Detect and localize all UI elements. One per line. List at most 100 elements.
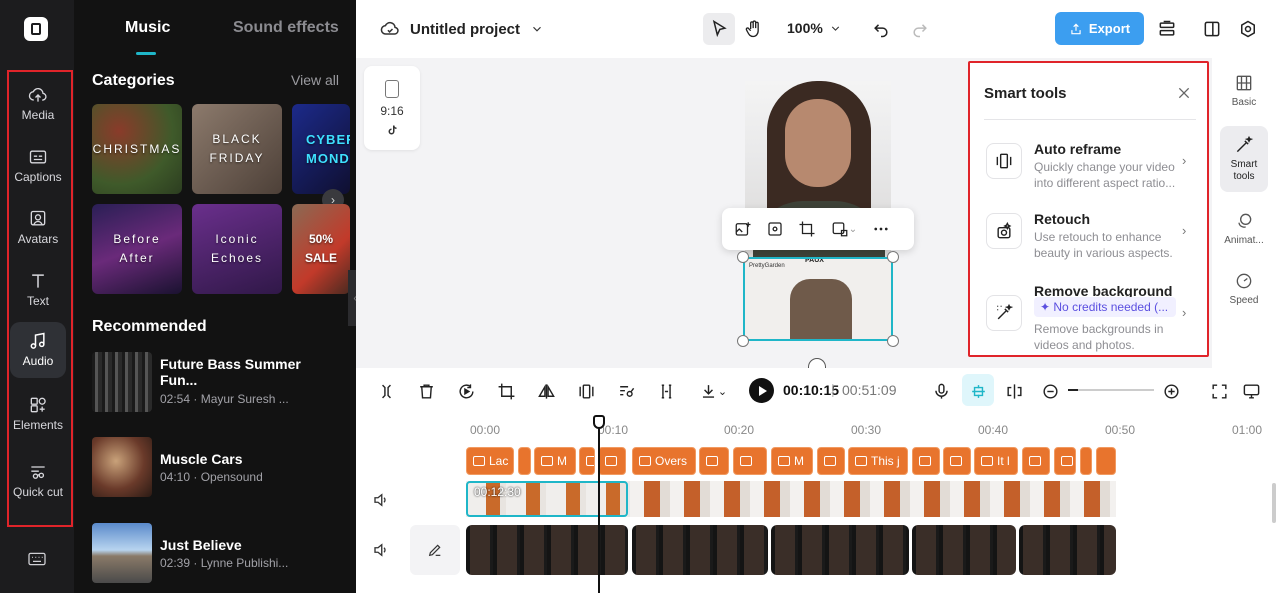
rail-item-media[interactable]: Media [10,76,66,132]
app-logo[interactable] [24,17,48,41]
replace-button[interactable] [455,380,477,402]
caption-clip[interactable] [598,447,626,475]
background-removal-dropdown[interactable]: ⌄ [826,216,862,242]
caption-clip[interactable] [733,447,767,475]
caption-clip[interactable] [1054,447,1076,475]
hand-tool[interactable] [742,17,766,41]
close-icon[interactable] [1176,85,1192,101]
category-card[interactable]: CHRISTMAS [92,104,182,194]
track-item[interactable]: Future Bass Summer Fun... 02:54 · Mayur … [92,352,342,414]
caption-clip[interactable]: M [534,447,576,475]
category-card[interactable]: Iconic Echoes [192,204,282,294]
download-dropdown[interactable]: ⌄ [695,380,731,402]
playhead[interactable] [593,415,605,593]
right-rail-animation[interactable]: Animat... [1220,198,1268,260]
reframe-icon [578,383,594,399]
remove-bg-button[interactable] [615,380,637,402]
crop-button[interactable] [495,380,517,402]
chevron-right-icon: › [1182,305,1187,320]
rail-item-captions[interactable]: Captions [10,138,66,194]
focus-icon [768,222,782,236]
video-clip[interactable] [912,525,1016,575]
replace-image-button[interactable] [730,216,756,242]
caption-clip[interactable] [943,447,971,475]
rail-item-quick-cut[interactable]: Quick cut [10,448,66,514]
settings-button[interactable] [1236,17,1260,41]
fit-button[interactable] [1208,380,1230,402]
right-rail-smart-tools[interactable]: Smart tools [1220,126,1268,192]
resize-handle[interactable] [887,251,899,263]
caption-clip[interactable] [817,447,845,475]
speaker-icon[interactable] [372,491,390,509]
export-button[interactable]: Export [1055,12,1144,45]
more-options-button[interactable] [868,216,894,242]
rail-item-text[interactable]: Text [10,262,66,318]
flip-button[interactable] [535,380,557,402]
split-screen-button[interactable] [1003,380,1025,402]
selected-video-element[interactable]: PrettyGarden PAUX [743,257,893,341]
reframe-button[interactable] [575,380,597,402]
pointer-tool[interactable] [707,17,731,41]
video-clip[interactable] [632,525,768,575]
view-all-link[interactable]: View all [291,72,339,88]
delete-button[interactable] [415,380,437,402]
remove-background-icon [619,385,634,397]
focus-button[interactable] [762,216,788,242]
track-item[interactable]: Muscle Cars 04:10 · Opensound [92,437,342,499]
caption-clip[interactable] [912,447,940,475]
caption-clip[interactable] [518,447,531,475]
video-clip[interactable] [1019,525,1116,575]
category-card[interactable]: Before After [92,204,182,294]
redo-button[interactable] [908,17,932,41]
category-card[interactable]: 50% SALE [292,204,350,294]
keyboard-icon[interactable] [27,551,47,567]
play-button[interactable] [749,378,774,403]
tab-music[interactable]: Music [125,19,170,37]
timeline-scrollbar[interactable] [1272,483,1276,523]
trim-button[interactable] [655,380,677,402]
zoom-out-button[interactable] [1039,380,1061,402]
video-clip[interactable] [771,525,909,575]
video-clip[interactable] [466,525,628,575]
crop-button[interactable] [794,216,820,242]
right-rail-speed[interactable]: Speed [1220,258,1268,320]
rail-item-elements[interactable]: Elements [10,386,66,442]
resize-handle[interactable] [887,335,899,347]
undo-button[interactable] [869,17,893,41]
right-rail-basic[interactable]: Basic [1220,60,1268,122]
timeline-zoom-slider[interactable] [1068,389,1154,391]
reframe-icon [986,143,1022,179]
caption-clip[interactable] [579,447,595,475]
caption-clip[interactable]: This j [848,447,908,475]
auto-snap-toggle[interactable] [967,380,989,402]
caption-clip[interactable]: Lac [466,447,514,475]
caption-clip[interactable] [1080,447,1092,475]
layout-button[interactable] [1200,17,1224,41]
resize-handle[interactable] [737,251,749,263]
caption-clip[interactable]: It l [974,447,1018,475]
tab-sound-effects[interactable]: Sound effects [233,19,339,37]
rail-item-audio[interactable]: Audio [10,322,66,378]
preview-button[interactable] [1240,380,1262,402]
track-item[interactable]: Just Believe 02:39 · Lynne Publishi... [92,523,342,585]
split-button[interactable] [375,380,397,402]
aspect-ratio-button[interactable]: 9:16 [364,66,420,150]
layers-button[interactable] [1155,17,1179,41]
resize-handle[interactable] [737,335,749,347]
category-card[interactable]: BLACK FRIDAY [192,104,282,194]
speaker-icon[interactable] [372,541,390,559]
zoom-in-button[interactable] [1160,380,1182,402]
zoom-dropdown[interactable]: 100% [787,20,842,36]
project-title-menu[interactable]: Untitled project [380,19,544,39]
caption-clip[interactable]: Overs [632,447,696,475]
caption-clip[interactable] [1096,447,1116,475]
caption-clip[interactable] [1022,447,1050,475]
video-track: 00:12:30 [466,481,1116,517]
category-card[interactable]: CYBER MONDAY [292,104,350,194]
record-voice-button[interactable] [930,380,952,402]
caption-clip[interactable] [699,447,729,475]
video-clip[interactable] [630,481,1116,517]
rail-item-avatars[interactable]: Avatars [10,200,66,256]
caption-clip[interactable]: M [771,447,813,475]
edit-track-button[interactable] [410,525,460,575]
